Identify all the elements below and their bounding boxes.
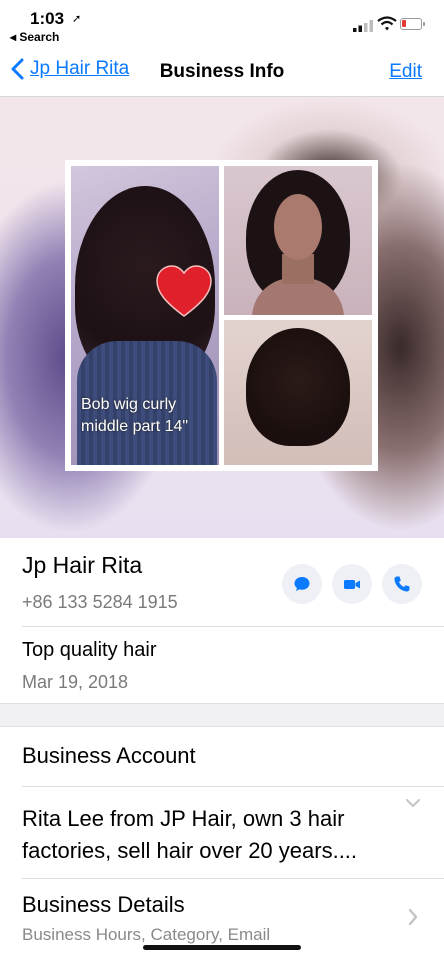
about-section: Top quality hair Mar 19, 2018 [0,627,444,703]
mannequin-back-photo [224,320,372,465]
business-details-row[interactable]: Business Details [22,892,185,918]
status-bar: 1:03 ➚ ◂ Search [0,0,444,46]
location-arrow-icon: ➚ [72,13,82,25]
wifi-icon [377,16,397,31]
divider [22,786,444,787]
section-gap [0,703,444,727]
heart-icon [156,265,212,317]
video-icon [344,580,360,589]
business-details-subtitle: Business Hours, Category, Email [22,925,271,944]
photo-collage: Bob wig curly middle part 14" [65,160,378,471]
mannequin-front-photo [224,166,372,315]
business-account-label: Business Account [22,743,196,768]
about-date: Mar 19, 2018 [22,672,129,692]
video-call-button[interactable] [332,564,372,604]
edit-button[interactable]: Edit [389,61,422,83]
navigation-bar: Jp Hair Rita Business Info Edit [0,46,444,97]
about-text: Top quality hair [22,639,157,661]
message-button[interactable] [282,564,322,604]
home-indicator[interactable] [143,945,301,950]
contact-name: Jp Hair Rita [22,552,143,578]
signal-icon [353,20,373,32]
page-title: Business Info [159,61,285,82]
battery-icon [400,18,425,30]
phone-icon [394,576,410,592]
call-button[interactable] [382,564,422,604]
contact-phone[interactable]: +86 133 5284 1915 [22,592,178,613]
divider [22,878,444,879]
message-icon [294,577,310,591]
chevron-down-icon[interactable] [406,798,420,808]
model-photo: Bob wig curly middle part 14" [71,166,219,465]
business-description[interactable]: Rita Lee from JP Hair, own 3 hair factor… [22,803,392,867]
photo-caption: Bob wig curly middle part 14" [81,396,189,435]
back-to-search[interactable]: ◂ Search [10,30,59,44]
clock: 1:03 [30,9,65,28]
chevron-right-icon[interactable] [408,908,418,926]
cover-photo[interactable]: Bob wig curly middle part 14" [0,97,444,538]
contact-section: Jp Hair Rita +86 133 5284 1915 [0,538,444,626]
